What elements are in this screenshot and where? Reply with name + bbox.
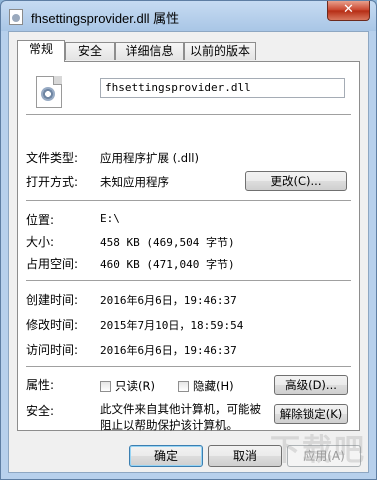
modified-label: 修改时间: (26, 318, 79, 332)
divider (26, 366, 351, 368)
security-message: 此文件来自其他计算机，可能被阻止以帮助保护该计算机。 (100, 402, 261, 432)
divider (26, 200, 351, 202)
properties-window: fhsettingsprovider.dll 属性 ✕ 常规 安全 详细信息 以… (0, 0, 377, 480)
hidden-checkbox[interactable]: 隐藏(H) (178, 378, 234, 394)
size-on-disk-value: 460 KB (471,040 字节) (100, 258, 235, 271)
opens-with-value: 未知应用程序 (100, 175, 169, 189)
dll-file-icon (36, 76, 62, 108)
general-panel: fhsettingsprovider.dll 文件类型: 应用程序扩展 (.dl… (17, 61, 360, 432)
file-type-value: 应用程序扩展 (.dll) (100, 151, 199, 165)
cancel-button[interactable]: 取消 (208, 445, 282, 467)
opens-with-label: 打开方式: (26, 175, 79, 189)
hidden-label: 隐藏(H) (193, 379, 234, 393)
unblock-button[interactable]: 解除锁定(K) (274, 404, 348, 424)
tab-general[interactable]: 常规 (17, 40, 65, 62)
advanced-button[interactable]: 高级(D)... (274, 375, 348, 395)
divider (26, 114, 351, 116)
accessed-label: 访问时间: (26, 343, 79, 357)
checkbox-box[interactable] (178, 380, 189, 392)
file-name-field[interactable]: fhsettingsprovider.dll (100, 78, 345, 98)
readonly-label: 只读(R) (115, 379, 155, 393)
tab-previous-versions[interactable]: 以前的版本 (184, 42, 256, 60)
file-icon (9, 9, 23, 25)
security-label: 安全: (26, 404, 55, 418)
change-button[interactable]: 更改(C)... (245, 171, 347, 191)
location-label: 位置: (26, 213, 55, 227)
location-value: E:\ (100, 212, 120, 225)
title-bar[interactable]: fhsettingsprovider.dll 属性 ✕ (1, 1, 376, 31)
gear-icon (41, 87, 55, 101)
divider (26, 280, 351, 282)
created-label: 创建时间: (26, 293, 79, 307)
close-button[interactable]: ✕ (327, 1, 370, 21)
checkbox-box[interactable] (100, 380, 111, 392)
window-title: fhsettingsprovider.dll 属性 (31, 11, 180, 26)
ok-button[interactable]: 确定 (129, 445, 203, 467)
tab-security[interactable]: 安全 (65, 42, 115, 60)
accessed-value: 2016年6月6日，19:46:37 (100, 344, 237, 357)
size-label: 大小: (26, 235, 55, 249)
file-type-label: 文件类型: (26, 151, 79, 165)
dialog-body: 常规 安全 详细信息 以前的版本 fhsettingsprovider.dll … (8, 31, 369, 473)
size-value: 458 KB (469,504 字节) (100, 236, 235, 249)
readonly-checkbox[interactable]: 只读(R) (100, 378, 155, 394)
modified-value: 2015年7月10日，18:59:54 (100, 319, 244, 332)
attributes-label: 属性: (26, 378, 55, 392)
apply-button[interactable]: 应用(A) (287, 445, 361, 467)
created-value: 2016年6月6日，19:46:37 (100, 294, 237, 307)
tab-details[interactable]: 详细信息 (115, 42, 184, 60)
size-on-disk-label: 占用空间: (26, 257, 79, 271)
